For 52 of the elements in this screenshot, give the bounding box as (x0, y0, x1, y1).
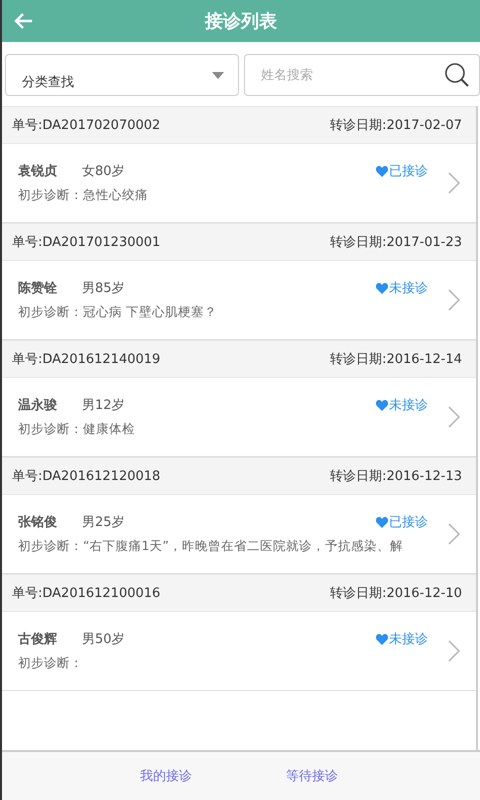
chevron-icon (448, 406, 460, 428)
heart-icon (376, 166, 388, 176)
record-item[interactable]: 陈赞铨 男85岁 未接诊 初步诊断：冠心病 下壁心肌梗塞？ (2, 261, 476, 339)
referral-date: 转诊日期:2016-12-10 (330, 585, 462, 602)
patient-info: 男25岁 (82, 514, 125, 531)
patient-info: 男50岁 (82, 631, 125, 648)
patient-name: 古俊辉 (18, 631, 58, 648)
bottom-tab[interactable]: 我的接诊 (140, 767, 192, 785)
category-dropdown[interactable]: 分类查找 (5, 54, 239, 96)
search-field[interactable]: 姓名搜索 (244, 54, 480, 96)
chevron-icon (448, 523, 460, 545)
patient-name: 张铭俊 (18, 514, 58, 531)
heart-icon (376, 516, 388, 528)
search-icon[interactable] (444, 62, 470, 88)
patient-info: 男12岁 (82, 397, 125, 414)
record-item[interactable]: 温永骏 男12岁 未接诊 初步诊断：健康体检 (2, 378, 476, 456)
referral-date: 转诊日期:2017-02-07 (330, 117, 462, 134)
record-number: 单号:DA201612140019 (12, 351, 160, 368)
referral-date: 转诊日期:2016-12-13 (330, 468, 462, 485)
diagnosis-text: 初步诊断：“右下腹痛1天”，昨晚曾在省二医院就诊，予抗感染、解 (18, 538, 404, 555)
patient-name: 温永骏 (18, 396, 58, 414)
diagnosis-text: 初步诊断：急性心绞痛 (18, 187, 149, 204)
heart-icon (376, 400, 388, 410)
record-item[interactable]: 张铭俊 男25岁 已接诊 初步诊断：“右下腹痛1天”，昨晚曾在省二医院就诊，予抗感染、解 (2, 495, 476, 573)
diagnosis-text: 初步诊断： (18, 655, 84, 672)
chevron-icon (448, 172, 460, 194)
diagnosis-text: 初步诊断：冠心病 下壁心肌梗塞？ (18, 304, 218, 321)
status-label: 未接诊 (389, 280, 428, 297)
patient-name: 陈赞铨 (18, 280, 58, 297)
status-label: 未接诊 (389, 397, 428, 414)
patient-name: 袁锐贞 (18, 163, 58, 180)
caret-icon (212, 72, 224, 78)
referral-date: 转诊日期:2017-01-23 (330, 234, 462, 251)
record-number: 单号:DA201612100016 (12, 585, 160, 602)
heart-icon (376, 282, 388, 294)
diagnosis-text: 初步诊断：健康体检 (18, 421, 136, 438)
status-label: 已接诊 (389, 514, 428, 531)
chevron-icon (448, 289, 460, 311)
record-item[interactable]: 古俊辉 男50岁 未接诊 初步诊断： (2, 612, 476, 690)
record-number: 单号:DA201701230001 (12, 234, 160, 251)
record-number: 单号:DA201702070002 (12, 117, 160, 134)
patient-info: 男85岁 (82, 280, 125, 297)
status-label: 已接诊 (389, 163, 428, 180)
page-title: 接诊列表 (205, 10, 277, 33)
bottom-tab[interactable]: 等待接诊 (286, 767, 338, 785)
referral-date: 转诊日期:2016-12-14 (330, 351, 462, 368)
record-item[interactable]: 袁锐贞 女80岁 已接诊 初步诊断：急性心绞痛 (2, 144, 476, 222)
heart-icon (376, 634, 388, 644)
chevron-icon (448, 640, 460, 662)
status-label: 未接诊 (389, 631, 428, 648)
record-number: 单号:DA201612120018 (12, 468, 160, 485)
patient-info: 女80岁 (82, 163, 125, 180)
